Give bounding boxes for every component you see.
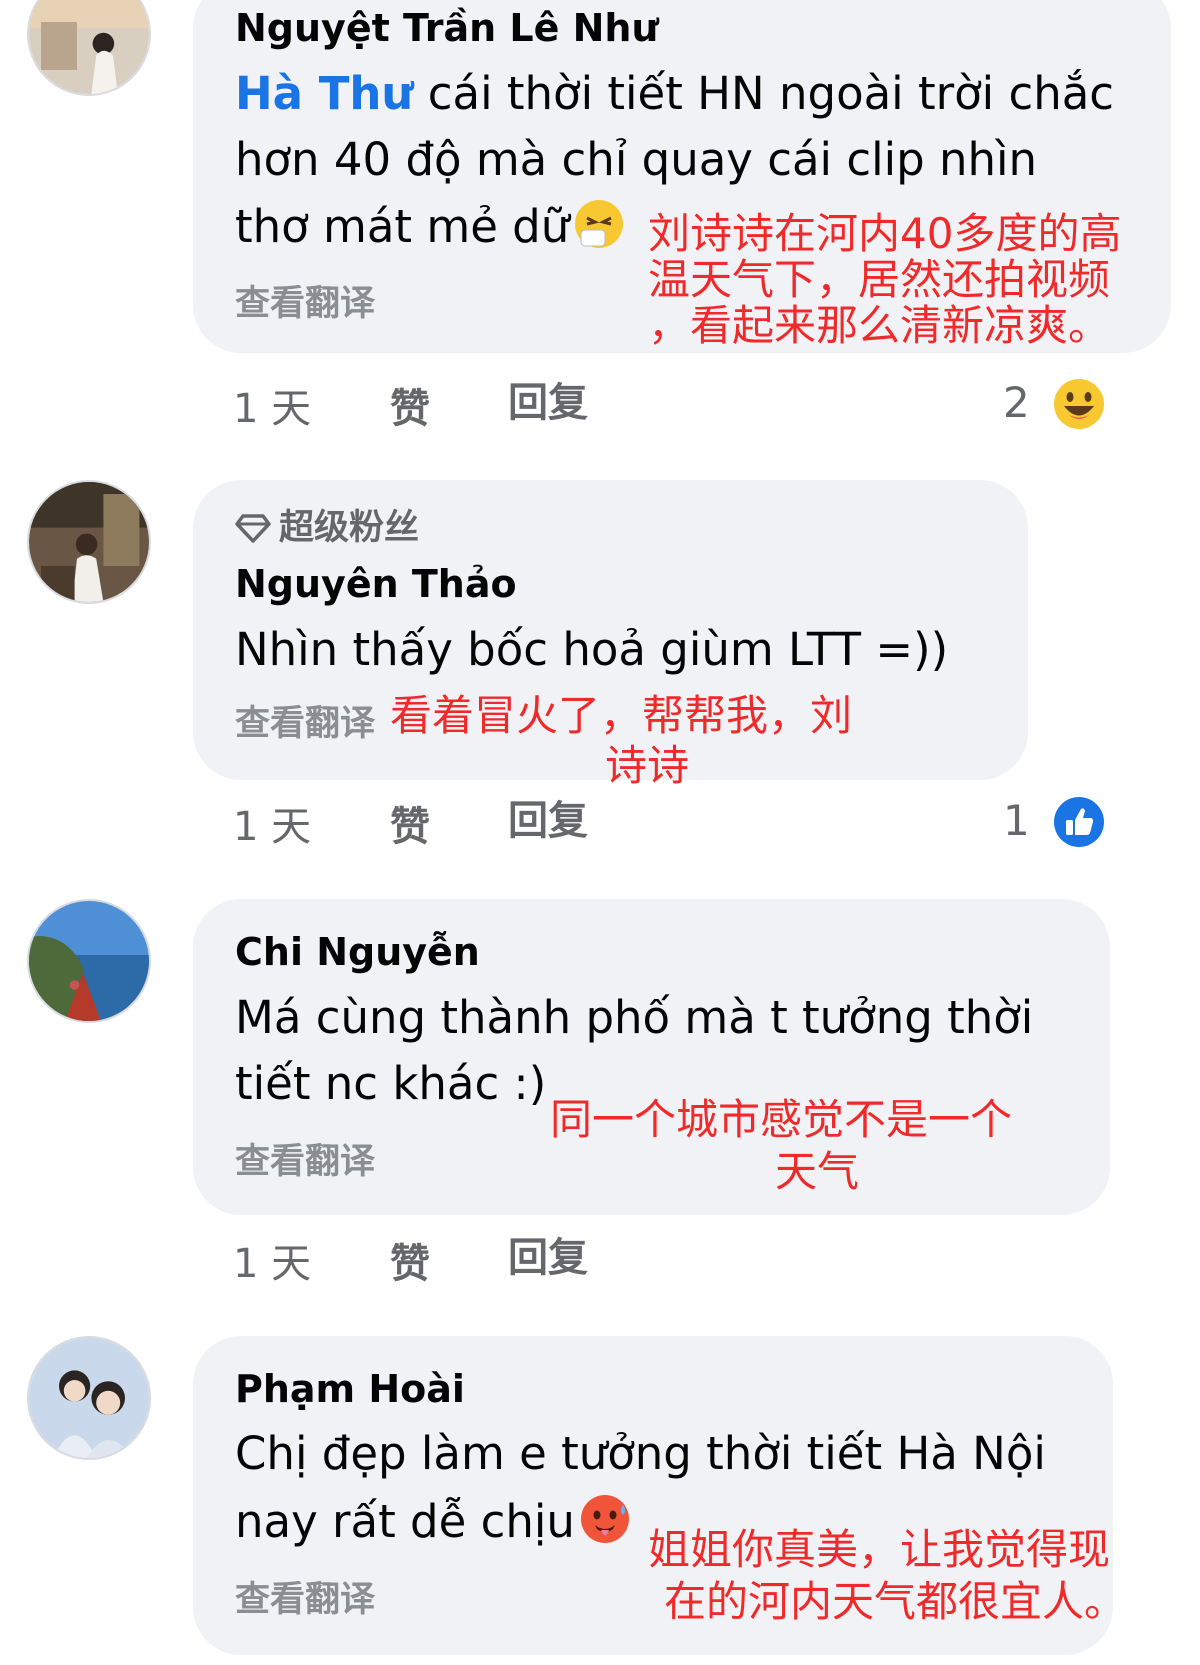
diamond-icon xyxy=(235,514,271,543)
avatar[interactable] xyxy=(27,899,151,1023)
annotation-line: 诗诗 xyxy=(605,741,690,790)
comment-author[interactable]: Nguyệt Trần Lê Như xyxy=(235,4,659,52)
avatar[interactable] xyxy=(27,480,151,604)
annotation-line: 看着冒火了，帮帮我，刘 xyxy=(390,691,853,740)
comment-text: Hà Thư cái thời tiết HN ngoài trời chắc xyxy=(235,67,1115,120)
annotation-line: 温天气下，居然还拍视频 xyxy=(648,255,1111,304)
reply-button[interactable]: 回复 xyxy=(508,1233,588,1283)
avatar[interactable] xyxy=(27,0,151,96)
comment-timestamp: 1 天 xyxy=(233,386,312,432)
top-fan-badge: 超级粉丝 xyxy=(235,506,419,550)
annotation-line: 天气 xyxy=(775,1147,860,1196)
sneezing-face-emoji-icon xyxy=(575,200,624,248)
hot-face-emoji-icon xyxy=(580,1495,629,1543)
annotation-line: 在的河内天气都很宜人。 xyxy=(664,1577,1127,1626)
annotation-line: 刘诗诗在河内40多度的高 xyxy=(648,209,1122,258)
reply-button[interactable]: 回复 xyxy=(508,796,588,846)
comment-timestamp: 1 天 xyxy=(233,804,312,850)
see-translation-link[interactable]: 查看翻译 xyxy=(235,1578,375,1622)
mention-link[interactable]: Hà Thư xyxy=(235,67,413,120)
annotation-line: 姐姐你真美，让我觉得现 xyxy=(648,1525,1111,1574)
annotation-line: ，看起来那么清新凉爽。 xyxy=(648,301,1111,350)
comment-text: tiết nc khác :) xyxy=(235,1057,547,1110)
comment-timestamp: 1 天 xyxy=(233,1241,312,1287)
laugh-reaction-icon[interactable] xyxy=(1052,377,1106,431)
see-translation-link[interactable]: 查看翻译 xyxy=(235,702,375,746)
reaction-count[interactable]: 1 xyxy=(1003,796,1030,846)
like-reaction-icon[interactable] xyxy=(1052,795,1106,849)
see-translation-link[interactable]: 查看翻译 xyxy=(235,282,375,326)
comment-text: Nhìn thấy bốc hoả giùm LTT =)) xyxy=(235,623,949,676)
comment-author[interactable]: Chi Nguyễn xyxy=(235,928,480,976)
comment-author[interactable]: Phạm Hoài xyxy=(235,1365,465,1413)
like-button[interactable]: 赞 xyxy=(390,802,430,852)
reaction-count[interactable]: 2 xyxy=(1003,378,1030,428)
avatar[interactable] xyxy=(27,1336,151,1460)
comment-text: Chị đẹp làm e tưởng thời tiết Hà Nội xyxy=(235,1427,1046,1480)
like-button[interactable]: 赞 xyxy=(390,1239,430,1289)
comment-text: thơ mát mẻ dữ xyxy=(235,198,625,255)
see-translation-link[interactable]: 查看翻译 xyxy=(235,1140,375,1184)
reply-button[interactable]: 回复 xyxy=(508,378,588,428)
comment-author[interactable]: Nguyên Thảo xyxy=(235,560,517,608)
comment-text: hơn 40 độ mà chỉ quay cái clip nhìn xyxy=(235,133,1038,186)
like-button[interactable]: 赞 xyxy=(390,384,430,434)
annotation-line: 同一个城市感觉不是一个 xyxy=(550,1095,1013,1144)
comment-text: Má cùng thành phố mà t tưởng thời xyxy=(235,991,1034,1044)
comment-text: nay rất dễ chịu xyxy=(235,1493,631,1550)
